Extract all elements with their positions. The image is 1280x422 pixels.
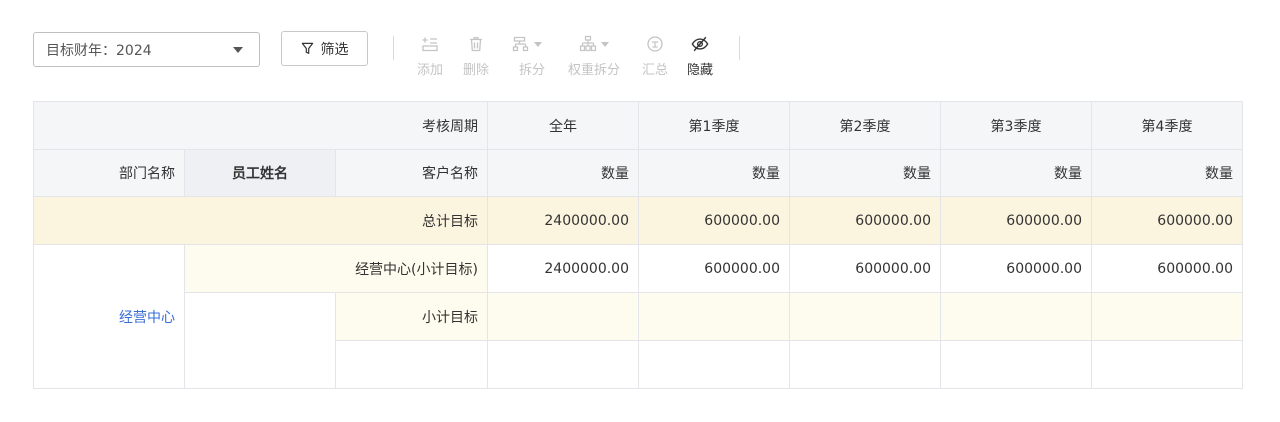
chevron-down-icon xyxy=(534,41,542,47)
chevron-down-icon xyxy=(233,47,243,53)
subtotal-value-cell[interactable] xyxy=(488,293,639,341)
dept-subtotal-value[interactable]: 600000.00 xyxy=(639,245,790,293)
department-header: 部门名称 xyxy=(34,150,185,197)
value-cell[interactable] xyxy=(639,341,790,389)
column-header-q4: 第4季度 xyxy=(1092,102,1243,150)
measure-header: 数量 xyxy=(639,150,790,197)
employee-header[interactable]: 员工姓名 xyxy=(185,150,336,197)
dept-subtotal-value[interactable]: 2400000.00 xyxy=(488,245,639,293)
value-cell[interactable] xyxy=(1092,341,1243,389)
add-label: 添加 xyxy=(416,63,443,78)
total-value[interactable]: 2400000.00 xyxy=(488,197,639,245)
eye-off-icon xyxy=(691,36,709,52)
total-value[interactable]: 600000.00 xyxy=(1092,197,1243,245)
delete-label: 删除 xyxy=(462,63,489,78)
filter-button[interactable]: 筛选 xyxy=(281,31,368,66)
customer-name-cell[interactable] xyxy=(336,341,488,389)
period-header: 考核周期 xyxy=(34,102,488,150)
measure-header: 数量 xyxy=(1092,150,1243,197)
fiscal-year-select[interactable]: 目标财年：2024 xyxy=(33,32,260,67)
total-value[interactable]: 600000.00 xyxy=(790,197,941,245)
target-table: 考核周期 全年 第1季度 第2季度 第3季度 第4季度 部门名称 员工姓名 客户… xyxy=(33,101,1243,389)
weight-split-label: 权重拆分 xyxy=(567,63,620,78)
subtotal-value-cell[interactable] xyxy=(639,293,790,341)
value-cell[interactable] xyxy=(941,341,1092,389)
measure-header: 数量 xyxy=(488,150,639,197)
employee-name-cell[interactable] xyxy=(185,293,336,389)
dept-subtotal-label: 经营中心(小计目标) xyxy=(185,245,488,293)
dept-subtotal-value[interactable]: 600000.00 xyxy=(1092,245,1243,293)
value-cell[interactable] xyxy=(488,341,639,389)
column-header-q3: 第3季度 xyxy=(941,102,1092,150)
split-button[interactable]: 拆分 xyxy=(507,33,547,78)
add-row-icon xyxy=(422,37,438,52)
dept-subtotal-value[interactable]: 600000.00 xyxy=(941,245,1092,293)
department-name-link[interactable]: 经营中心 xyxy=(34,245,185,389)
chevron-down-icon xyxy=(601,41,609,47)
summary-label: 汇总 xyxy=(641,63,668,78)
measure-header: 数量 xyxy=(941,150,1092,197)
column-header-q2: 第2季度 xyxy=(790,102,941,150)
fiscal-year-value: 目标财年：2024 xyxy=(46,42,152,59)
trash-icon xyxy=(470,37,482,52)
subtotal-value-cell[interactable] xyxy=(1092,293,1243,341)
weight-split-button[interactable]: 权重拆分 xyxy=(563,33,625,78)
split-icon xyxy=(512,36,529,52)
filter-label: 筛选 xyxy=(320,41,349,58)
subtotal-value-cell[interactable] xyxy=(790,293,941,341)
customer-header: 客户名称 xyxy=(336,150,488,197)
dept-subtotal-value[interactable]: 600000.00 xyxy=(790,245,941,293)
hide-button[interactable]: 隐藏 xyxy=(683,33,717,78)
add-button[interactable]: 添加 xyxy=(413,33,447,78)
weight-split-icon xyxy=(579,35,597,52)
column-header-q1: 第1季度 xyxy=(639,102,790,150)
measure-header: 数量 xyxy=(790,150,941,197)
total-row-label: 总计目标 xyxy=(34,197,488,245)
split-label: 拆分 xyxy=(518,63,545,78)
delete-button[interactable]: 删除 xyxy=(459,33,493,78)
summary-icon xyxy=(647,36,663,52)
subtotal-label: 小计目标 xyxy=(336,293,488,341)
column-header-full-year: 全年 xyxy=(488,102,639,150)
toolbar-divider xyxy=(393,36,394,60)
hide-label: 隐藏 xyxy=(686,63,713,78)
summary-button[interactable]: 汇总 xyxy=(638,33,672,78)
total-value[interactable]: 600000.00 xyxy=(941,197,1092,245)
toolbar-divider xyxy=(739,36,740,60)
filter-icon xyxy=(301,42,313,54)
total-value[interactable]: 600000.00 xyxy=(639,197,790,245)
subtotal-value-cell[interactable] xyxy=(941,293,1092,341)
value-cell[interactable] xyxy=(790,341,941,389)
